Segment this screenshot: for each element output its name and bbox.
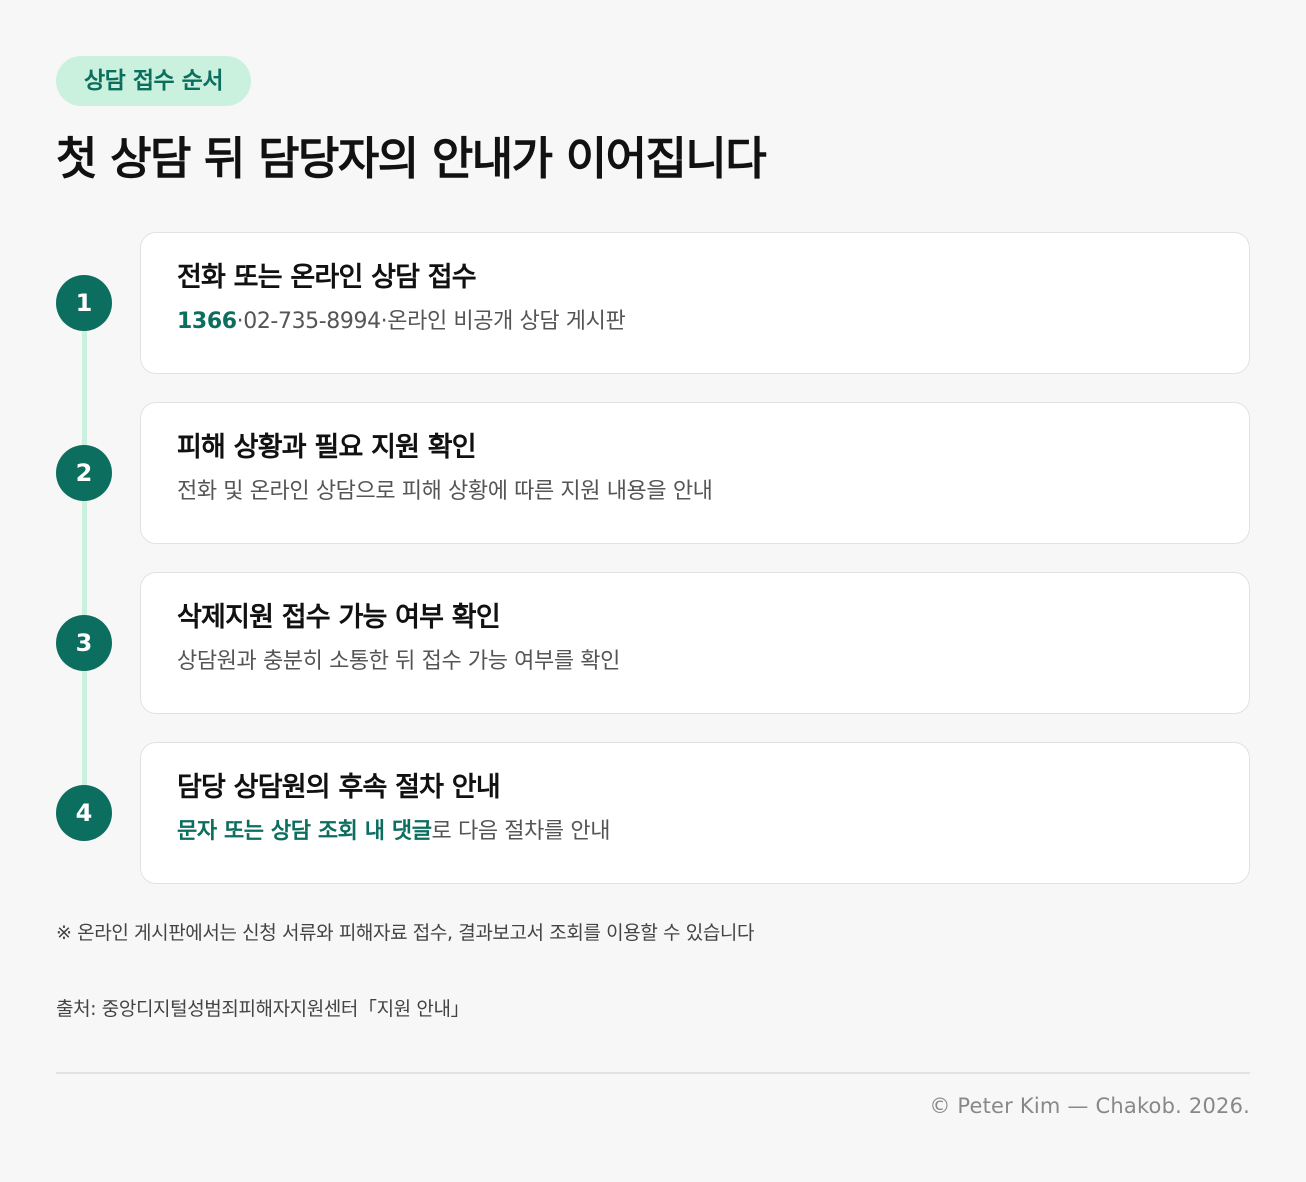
step-1: 1 전화 또는 온라인 상담 접수 1366·02-735-8994·온라인 비… — [56, 232, 1250, 374]
step-description-text: 로 다음 절차를 안내 — [431, 819, 611, 844]
step-description: 상담원과 충분히 소통한 뒤 접수 가능 여부를 확인 — [177, 647, 1213, 677]
section-badge: 상담 접수 순서 — [56, 56, 251, 106]
step-title: 피해 상황과 필요 지원 확인 — [177, 432, 477, 463]
page-title: 첫 상담 뒤 담당자의 안내가 이어집니다 — [56, 132, 767, 185]
step-card: 피해 상황과 필요 지원 확인 전화 및 온라인 상담으로 피해 상황에 따른 … — [140, 402, 1250, 544]
footnote: ※ 온라인 게시판에서는 신청 서류와 피해자료 접수, 결과보고서 조회를 이… — [56, 922, 755, 944]
page: 상담 접수 순서 첫 상담 뒤 담당자의 안내가 이어집니다 1 전화 또는 온… — [0, 0, 1306, 1182]
copyright: © Peter Kim — Chakob. 2026. — [929, 1094, 1250, 1118]
source-citation: 출처: 중앙디지털성범죄피해자지원센터「지원 안내」 — [56, 998, 470, 1020]
step-description: 전화 및 온라인 상담으로 피해 상황에 따른 지원 내용을 안내 — [177, 477, 1213, 507]
step-title: 담당 상담원의 후속 절차 안내 — [177, 772, 501, 803]
step-4: 4 담당 상담원의 후속 절차 안내 문자 또는 상담 조회 내 댓글로 다음 … — [56, 742, 1250, 884]
step-description-highlight: 문자 또는 상담 조회 내 댓글 — [177, 819, 432, 844]
step-card: 전화 또는 온라인 상담 접수 1366·02-735-8994·온라인 비공개… — [140, 232, 1250, 374]
step-description: 문자 또는 상담 조회 내 댓글로 다음 절차를 안내 — [177, 817, 1213, 847]
divider — [56, 1072, 1250, 1074]
step-description-highlight: 1366 — [177, 309, 237, 334]
step-3: 3 삭제지원 접수 가능 여부 확인 상담원과 충분히 소통한 뒤 접수 가능 … — [56, 572, 1250, 714]
step-number-badge: 3 — [56, 615, 112, 671]
step-number-badge: 2 — [56, 445, 112, 501]
step-description: 1366·02-735-8994·온라인 비공개 상담 게시판 — [177, 307, 1213, 337]
step-card: 담당 상담원의 후속 절차 안내 문자 또는 상담 조회 내 댓글로 다음 절차… — [140, 742, 1250, 884]
timeline-line — [81, 302, 87, 810]
step-title: 전화 또는 온라인 상담 접수 — [177, 262, 477, 293]
step-number-badge: 1 — [56, 275, 112, 331]
step-description-text: 상담원과 충분히 소통한 뒤 접수 가능 여부를 확인 — [177, 649, 620, 674]
step-description-text: 전화 및 온라인 상담으로 피해 상황에 따른 지원 내용을 안내 — [177, 479, 713, 504]
step-2: 2 피해 상황과 필요 지원 확인 전화 및 온라인 상담으로 피해 상황에 따… — [56, 402, 1250, 544]
step-title: 삭제지원 접수 가능 여부 확인 — [177, 602, 501, 633]
steps-timeline: 1 전화 또는 온라인 상담 접수 1366·02-735-8994·온라인 비… — [56, 232, 1250, 884]
step-description-text: ·02-735-8994·온라인 비공개 상담 게시판 — [236, 309, 626, 334]
step-number-badge: 4 — [56, 785, 112, 841]
step-card: 삭제지원 접수 가능 여부 확인 상담원과 충분히 소통한 뒤 접수 가능 여부… — [140, 572, 1250, 714]
